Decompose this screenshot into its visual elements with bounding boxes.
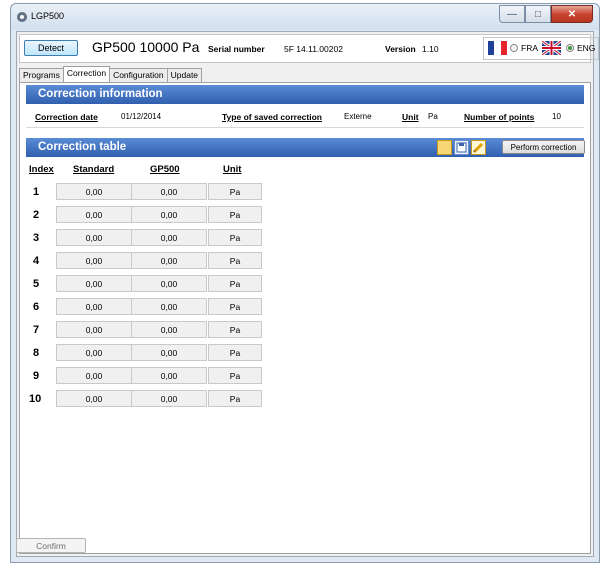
unit-cell: Pa xyxy=(208,252,262,269)
serial-number-label: Serial number xyxy=(208,44,265,54)
save-icon[interactable] xyxy=(454,140,469,155)
row-index: 7 xyxy=(33,324,40,336)
window-title: LGP500 xyxy=(31,11,65,21)
unit-cell: Pa xyxy=(208,344,262,361)
lang-fra-label: FRA xyxy=(521,43,538,53)
unit-cell: Pa xyxy=(208,183,262,200)
column-header-unit: Unit xyxy=(223,164,242,175)
unit-value: Pa xyxy=(428,112,438,121)
uk-flag-icon xyxy=(542,41,561,55)
correction-type-value: Externe xyxy=(344,112,372,121)
standard-cell[interactable]: 0,00 xyxy=(56,275,132,292)
gp500-cell[interactable]: 0,00 xyxy=(131,183,207,200)
correction-type-label: Type of saved correction xyxy=(222,112,322,122)
gp500-cell[interactable]: 0,00 xyxy=(131,367,207,384)
column-header-standard: Standard xyxy=(73,164,115,175)
device-name: GP500 10000 Pa xyxy=(92,39,200,55)
correction-table-title: Correction table xyxy=(38,141,127,153)
correction-panel: Correction information Correction date 0… xyxy=(19,82,591,554)
language-selector: FRA ENG xyxy=(483,37,599,60)
row-index: 3 xyxy=(33,232,40,244)
gp500-cell[interactable]: 0,00 xyxy=(131,390,207,407)
unit-cell: Pa xyxy=(208,229,262,246)
row-index: 6 xyxy=(33,301,40,313)
correction-info-header: Correction information xyxy=(26,85,584,104)
gp500-cell[interactable]: 0,00 xyxy=(131,275,207,292)
gp500-cell[interactable]: 0,00 xyxy=(131,229,207,246)
gp500-cell[interactable]: 0,00 xyxy=(131,344,207,361)
version-label: Version xyxy=(385,44,416,54)
serial-number-value: 5F 14.11.00202 xyxy=(284,44,343,54)
folder-open-icon[interactable] xyxy=(437,140,452,155)
unit-label: Unit xyxy=(402,112,419,122)
unit-cell: Pa xyxy=(208,298,262,315)
row-index: 2 xyxy=(33,209,40,221)
row-index: 8 xyxy=(33,347,40,359)
gp500-cell[interactable]: 0,00 xyxy=(131,206,207,223)
close-icon[interactable]: ✕ xyxy=(551,5,593,23)
row-index: 5 xyxy=(33,278,40,290)
version-value: 1.10 xyxy=(422,44,439,54)
tab-configuration[interactable]: Configuration xyxy=(109,68,168,82)
standard-cell[interactable]: 0,00 xyxy=(56,344,132,361)
number-of-points-value: 10 xyxy=(552,112,561,121)
gp500-cell[interactable]: 0,00 xyxy=(131,298,207,315)
unit-cell: Pa xyxy=(208,206,262,223)
standard-cell[interactable]: 0,00 xyxy=(56,183,132,200)
app-window: LGP500 — □ ✕ Detect GP500 10000 Pa Seria… xyxy=(10,3,600,563)
device-header: Detect GP500 10000 Pa Serial number 5F 1… xyxy=(19,34,599,63)
app-icon xyxy=(17,12,27,22)
gp500-cell[interactable]: 0,00 xyxy=(131,252,207,269)
client-area: Detect GP500 10000 Pa Serial number 5F 1… xyxy=(16,31,599,557)
unit-cell: Pa xyxy=(208,367,262,384)
standard-cell[interactable]: 0,00 xyxy=(56,206,132,223)
correction-date-label: Correction date xyxy=(35,112,98,122)
gp500-cell[interactable]: 0,00 xyxy=(131,321,207,338)
standard-cell[interactable]: 0,00 xyxy=(56,298,132,315)
unit-cell: Pa xyxy=(208,321,262,338)
lang-eng-label: ENG xyxy=(577,43,596,53)
number-of-points-label: Number of points xyxy=(464,112,535,122)
tab-programs[interactable]: Programs xyxy=(19,68,64,82)
pencil-icon[interactable] xyxy=(471,140,486,155)
row-index: 1 xyxy=(33,186,40,198)
standard-cell[interactable]: 0,00 xyxy=(56,252,132,269)
window-controls: — □ ✕ xyxy=(499,5,593,24)
correction-date-value: 01/12/2014 xyxy=(121,112,162,121)
column-header-index: Index xyxy=(29,164,54,175)
confirm-button[interactable]: Confirm xyxy=(16,538,86,553)
minimize-icon[interactable]: — xyxy=(499,5,525,23)
tab-correction[interactable]: Correction xyxy=(62,66,111,82)
correction-info-row: Correction date 01/12/2014 Type of saved… xyxy=(26,107,584,128)
title-bar: LGP500 — □ ✕ xyxy=(11,4,599,30)
france-flag-icon xyxy=(488,41,507,55)
standard-cell[interactable]: 0,00 xyxy=(56,321,132,338)
maximize-icon[interactable]: □ xyxy=(525,5,551,23)
radio-fra[interactable] xyxy=(510,44,518,52)
standard-cell[interactable]: 0,00 xyxy=(56,390,132,407)
radio-eng[interactable] xyxy=(566,44,574,52)
correction-table-header: Correction table Perform correction xyxy=(26,138,585,157)
tab-update[interactable]: Update xyxy=(166,68,203,82)
unit-cell: Pa xyxy=(208,390,262,407)
tab-strip: Programs Correction Configuration Update xyxy=(19,66,203,83)
column-header-gp500: GP500 xyxy=(150,164,180,175)
row-index: 10 xyxy=(29,393,42,405)
detect-button[interactable]: Detect xyxy=(24,40,78,56)
row-index: 4 xyxy=(33,255,40,267)
row-index: 9 xyxy=(33,370,40,382)
unit-cell: Pa xyxy=(208,275,262,292)
standard-cell[interactable]: 0,00 xyxy=(56,367,132,384)
standard-cell[interactable]: 0,00 xyxy=(56,229,132,246)
perform-correction-button[interactable]: Perform correction xyxy=(502,140,585,154)
